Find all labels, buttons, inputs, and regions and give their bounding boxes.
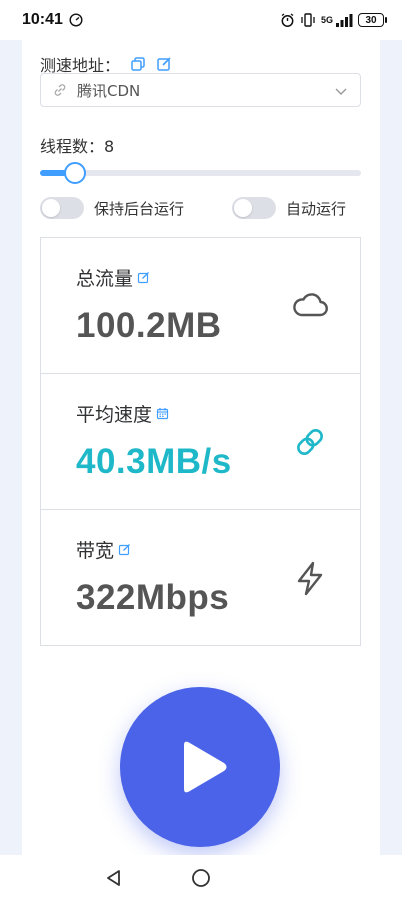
toggle-row: 保持后台运行 自动运行 bbox=[40, 197, 361, 221]
copy-icon[interactable] bbox=[130, 56, 146, 72]
chevron-down-icon bbox=[335, 88, 347, 95]
speed-test-card: 测速地址： 腾讯CDN 线程数：8 保持后台运行 自动运行 总流量 100.2M… bbox=[22, 40, 380, 855]
keep-background-switch[interactable] bbox=[40, 197, 84, 219]
stat-value: 100.2MB bbox=[76, 306, 222, 345]
keep-background-label: 保持后台运行 bbox=[94, 199, 185, 218]
status-time: 10:41 bbox=[22, 11, 63, 28]
link-icon bbox=[54, 84, 66, 96]
network-type-label: 5G bbox=[320, 15, 333, 25]
stat-title: 总流量 bbox=[76, 268, 134, 290]
system-nav-bar bbox=[0, 855, 402, 900]
cloud-icon bbox=[293, 293, 328, 317]
auto-run-switch[interactable] bbox=[232, 197, 276, 219]
auto-run-toggle-group: 自动运行 bbox=[232, 197, 346, 219]
vibrate-icon bbox=[301, 13, 315, 27]
status-bar: 10:41 5G 30 bbox=[0, 0, 402, 40]
lightning-icon bbox=[297, 561, 323, 596]
threads-slider-handle[interactable] bbox=[64, 162, 87, 184]
home-icon[interactable] bbox=[191, 868, 211, 888]
stat-value: 322Mbps bbox=[76, 578, 230, 617]
status-left: 10:41 bbox=[22, 11, 83, 29]
stat-title-row: 总流量 bbox=[76, 264, 150, 291]
battery-icon: 30 bbox=[358, 13, 387, 27]
stat-title-row: 平均速度 bbox=[76, 400, 169, 427]
server-select-value: 腾讯CDN bbox=[77, 81, 141, 100]
auto-run-label: 自动运行 bbox=[286, 199, 347, 218]
alarm-icon bbox=[281, 12, 294, 27]
edit-icon[interactable] bbox=[156, 56, 172, 72]
back-icon[interactable] bbox=[104, 868, 124, 888]
stat-card-bandwidth: 带宽 322Mbps bbox=[40, 509, 361, 646]
keep-background-toggle-group: 保持后台运行 bbox=[40, 197, 184, 219]
server-select[interactable]: 腾讯CDN bbox=[40, 73, 361, 107]
start-test-button[interactable] bbox=[120, 687, 280, 847]
calendar-icon[interactable] bbox=[156, 407, 169, 420]
threads-label: 线程数：8 bbox=[40, 137, 115, 156]
stat-card-average-speed: 平均速度 40.3MB/s bbox=[40, 373, 361, 510]
status-right: 5G 30 bbox=[280, 12, 387, 28]
stat-title-row: 带宽 bbox=[76, 536, 131, 563]
speedometer-icon bbox=[69, 13, 83, 27]
threads-slider[interactable] bbox=[40, 162, 361, 184]
signal-icon bbox=[336, 14, 353, 27]
edit-icon[interactable] bbox=[137, 271, 150, 284]
stat-value: 40.3MB/s bbox=[76, 442, 232, 481]
stat-title: 带宽 bbox=[76, 540, 115, 562]
stat-card-total-traffic: 总流量 100.2MB bbox=[40, 237, 361, 374]
link-icon bbox=[297, 429, 323, 455]
play-icon bbox=[184, 741, 227, 793]
edit-icon[interactable] bbox=[118, 543, 131, 556]
stat-title: 平均速度 bbox=[76, 404, 153, 426]
